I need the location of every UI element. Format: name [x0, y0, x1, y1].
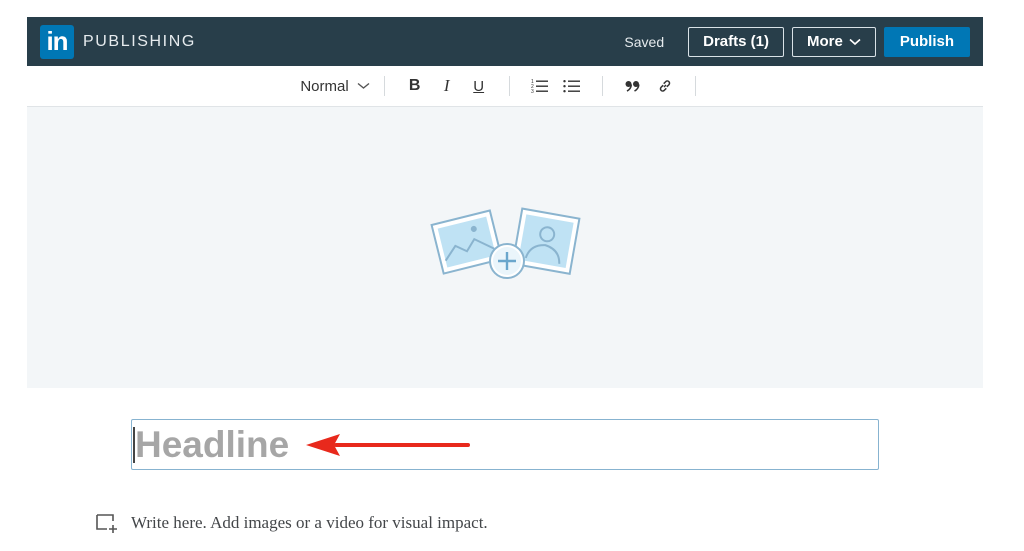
quote-button[interactable]	[622, 75, 644, 97]
link-button[interactable]	[654, 75, 676, 97]
headline-input[interactable]	[135, 422, 835, 467]
numbered-list-button[interactable]: 1 2 3	[529, 75, 551, 97]
quote-icon	[625, 81, 640, 92]
toolbar-divider	[508, 76, 510, 96]
save-status: Saved	[624, 33, 665, 50]
link-icon	[659, 80, 670, 92]
add-image-icon	[430, 206, 581, 279]
text-format-group: B I U	[399, 75, 495, 97]
toolbar-divider	[601, 76, 603, 96]
annotation-arrow	[306, 434, 470, 456]
publishing-app: in PUBLISHING Saved Drafts (1) More Publ…	[27, 17, 983, 388]
top-bar: in PUBLISHING Saved Drafts (1) More Publ…	[27, 17, 983, 66]
toolbar-divider	[694, 76, 696, 96]
publish-button[interactable]: Publish	[883, 26, 970, 57]
insert-group	[617, 75, 681, 97]
publish-button-label: Publish	[899, 33, 954, 50]
drafts-button-label: Drafts (1)	[703, 33, 769, 50]
headline-field[interactable]	[131, 419, 879, 470]
underline-button[interactable]: U	[468, 75, 490, 97]
bulleted-list-button[interactable]	[561, 75, 583, 97]
linkedin-logo[interactable]: in	[40, 24, 74, 59]
body-placeholder: Write here. Add images or a video for vi…	[131, 513, 488, 532]
italic-button[interactable]: I	[436, 75, 458, 97]
toolbar-divider	[383, 76, 385, 96]
chevron-down-icon	[849, 35, 861, 49]
cover-image-dropzone[interactable]	[27, 107, 983, 388]
svg-text:3: 3	[531, 89, 534, 94]
numbered-list-icon: 1 2 3	[531, 79, 548, 94]
drafts-button[interactable]: Drafts (1)	[688, 26, 784, 57]
formatting-toolbar: Normal B I U 1 2 3	[27, 66, 983, 107]
bulleted-list-icon	[562, 80, 580, 93]
more-button-label: More	[806, 33, 843, 50]
body-editor-row[interactable]: Write here. Add images or a video for vi…	[95, 512, 488, 534]
add-media-icon[interactable]	[95, 512, 119, 534]
list-group: 1 2 3	[524, 75, 588, 97]
chevron-down-icon	[357, 79, 370, 93]
text-style-select[interactable]: Normal	[300, 77, 370, 95]
more-button[interactable]: More	[791, 26, 876, 57]
brand-label: PUBLISHING	[83, 32, 196, 50]
text-style-value: Normal	[300, 77, 349, 95]
bold-button[interactable]: B	[404, 75, 426, 97]
